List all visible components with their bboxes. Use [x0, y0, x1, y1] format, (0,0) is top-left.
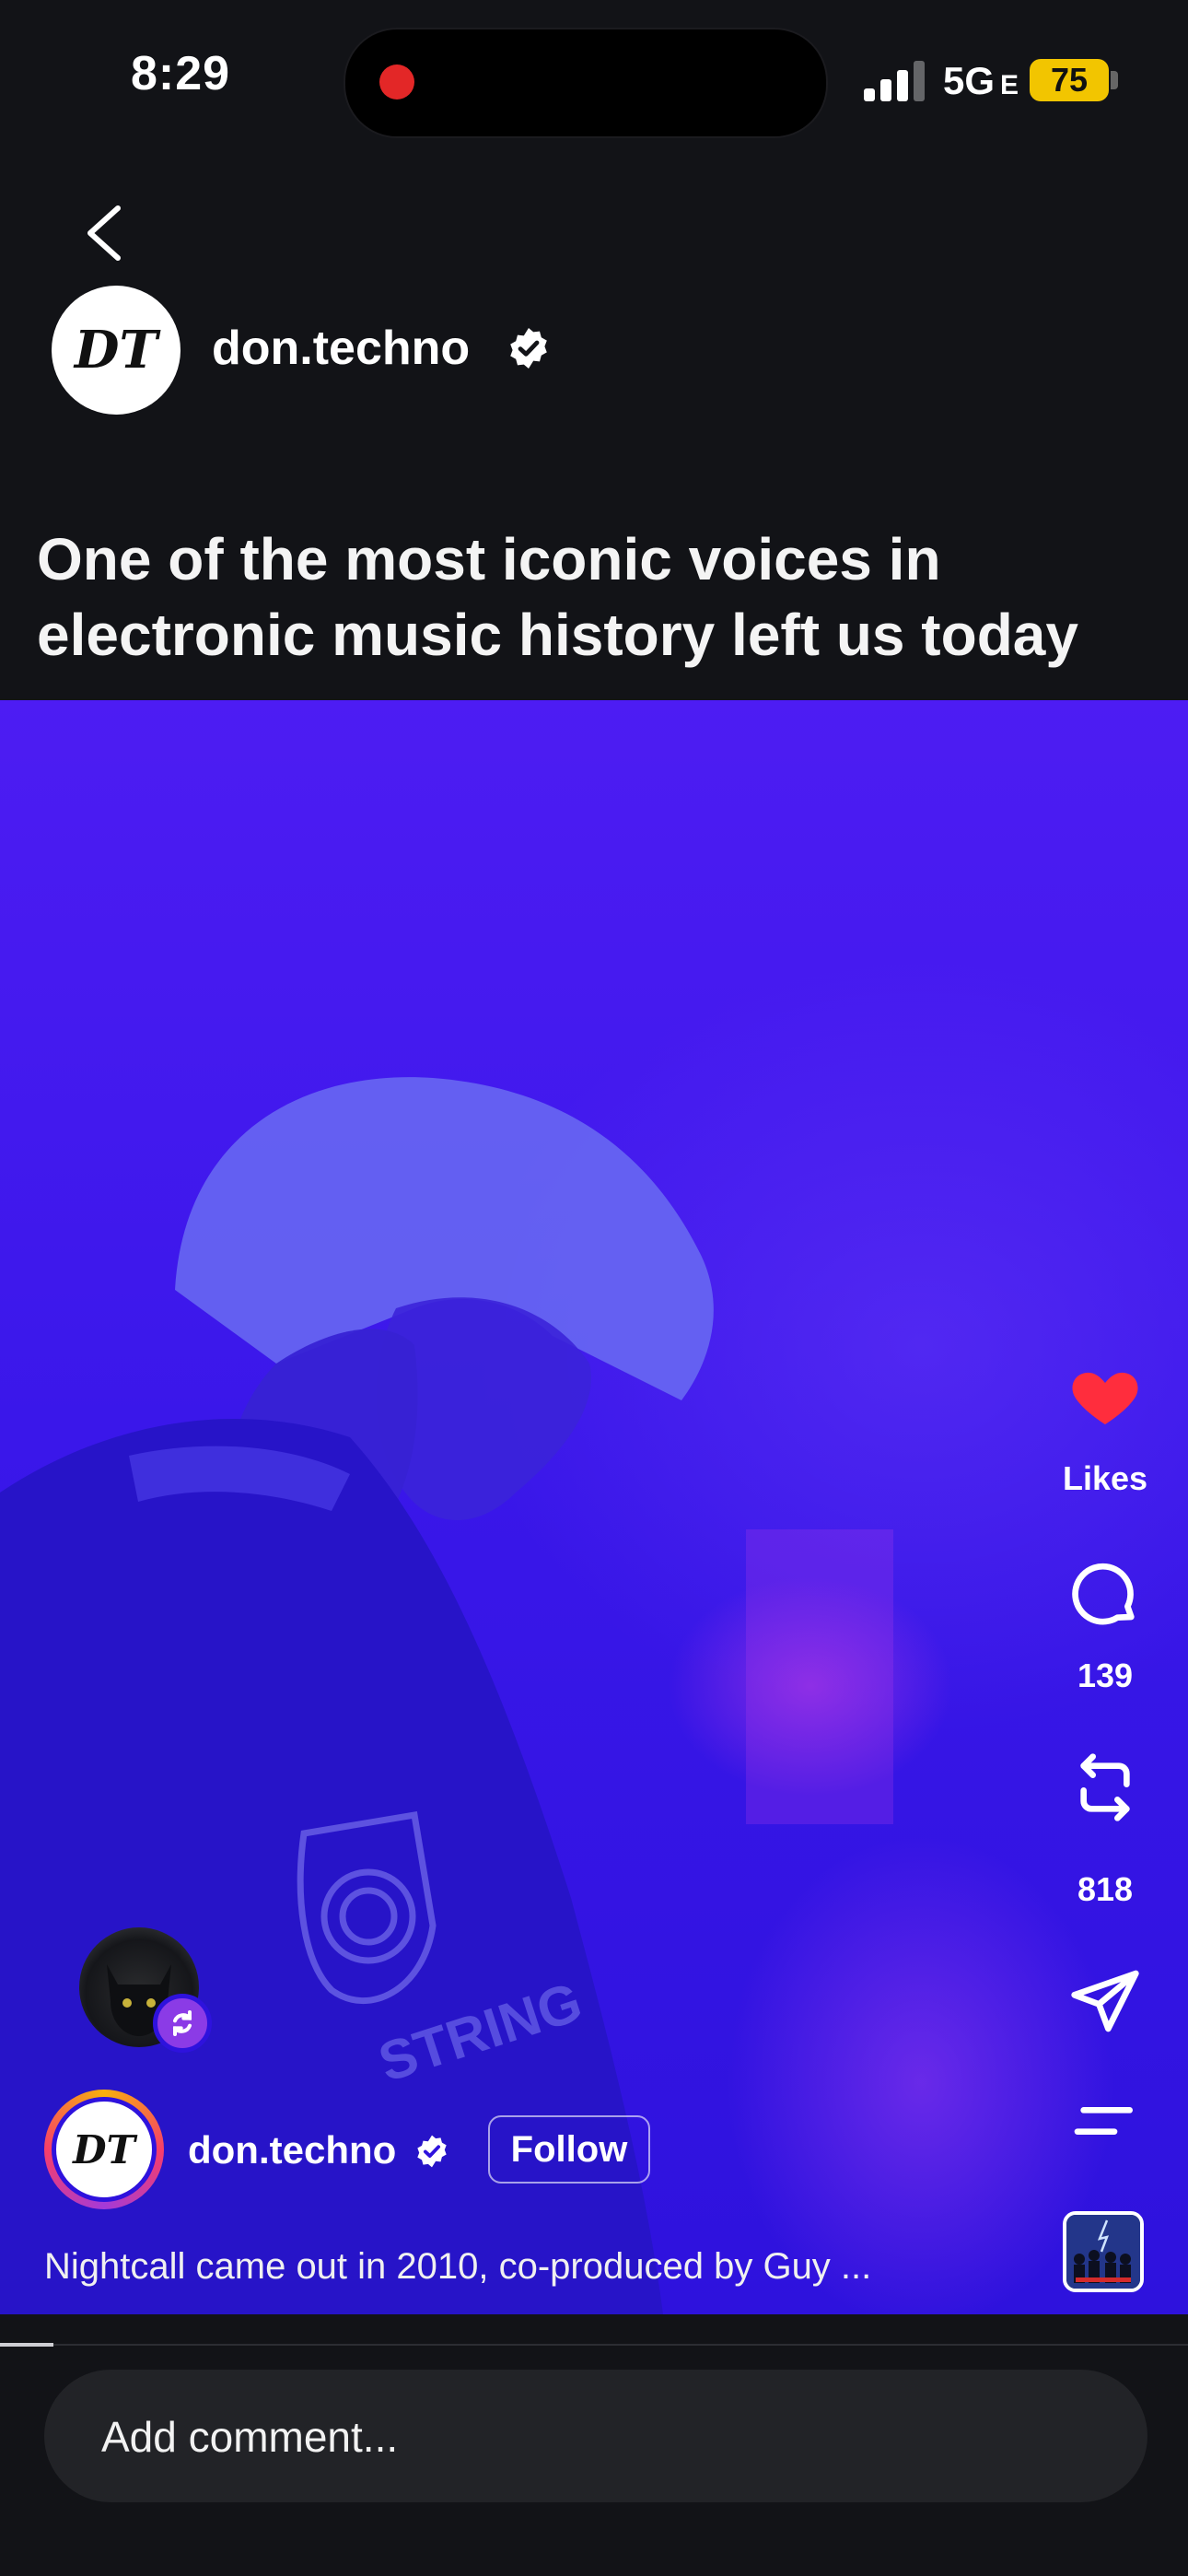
video-player[interactable]: STRING: [0, 700, 1188, 2314]
author-avatar[interactable]: DT: [52, 286, 181, 415]
remix-icon: [153, 1994, 212, 2053]
divider: [0, 2344, 1188, 2346]
verified-badge-icon: [417, 2135, 447, 2168]
video-progress-bar[interactable]: [0, 2343, 53, 2347]
back-chevron-icon[interactable]: [81, 205, 127, 262]
verified-badge-icon: [510, 328, 547, 369]
comments-count[interactable]: 139: [1041, 1657, 1170, 1695]
avatar-monogram-small: DT: [73, 2126, 135, 2172]
likes-label[interactable]: Likes: [1041, 1459, 1170, 1498]
post-headline: One of the most iconic voices in electro…: [37, 526, 1078, 668]
comment-bubble-icon[interactable]: [1068, 1557, 1142, 1631]
more-menu-icon[interactable]: [1068, 2084, 1142, 2158]
comment-input[interactable]: [101, 2412, 930, 2462]
audio-track-thumbnail[interactable]: [1063, 2211, 1144, 2292]
battery-cap-icon: [1111, 71, 1118, 89]
recording-indicator-icon: [379, 64, 414, 100]
author-username-bottom[interactable]: don.techno: [188, 2128, 396, 2172]
status-time: 8:29: [131, 47, 231, 100]
cellular-signal-icon: [864, 61, 925, 101]
heart-icon[interactable]: [1068, 1360, 1142, 1434]
repost-icon[interactable]: [1068, 1751, 1142, 1824]
battery-level: 75: [1030, 59, 1109, 101]
video-frame-performer: STRING: [0, 1077, 893, 2314]
post-caption[interactable]: Nightcall came out in 2010, co-produced …: [44, 2246, 871, 2288]
album-art-image: [1066, 2215, 1140, 2289]
author-avatar-small[interactable]: DT: [52, 2097, 157, 2202]
share-send-icon[interactable]: [1068, 1964, 1142, 2038]
reposts-count[interactable]: 818: [1041, 1870, 1170, 1909]
avatar-monogram: DT: [74, 320, 158, 381]
network-type: 5G E: [943, 59, 1019, 102]
author-username[interactable]: don.techno: [212, 321, 470, 376]
follow-button[interactable]: Follow: [488, 2115, 650, 2184]
dynamic-island: [344, 28, 828, 138]
